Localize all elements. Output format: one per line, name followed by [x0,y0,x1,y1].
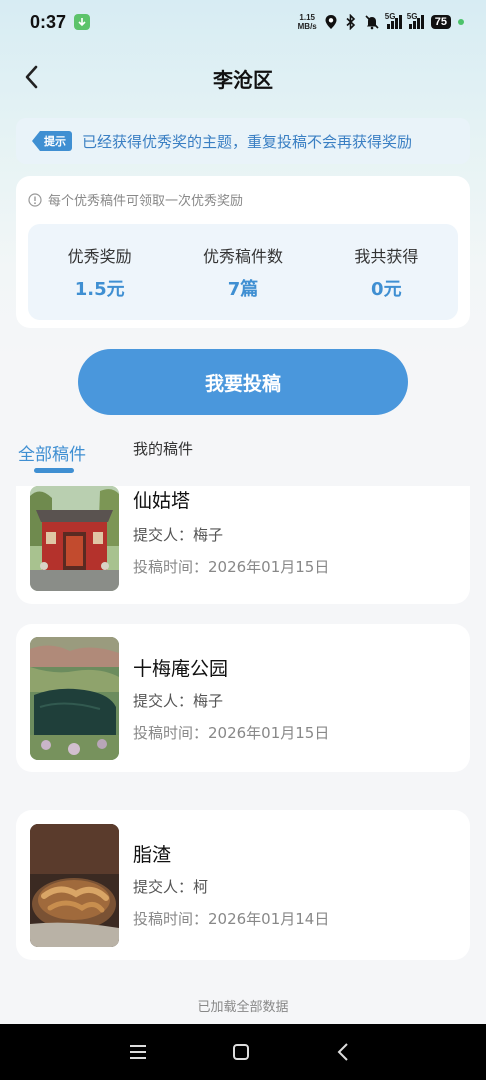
item-submitter: 提交人：梅子 [133,692,224,710]
fried-pork-photo [30,824,119,947]
status-icons: 1.15 MB/s 5G 5G 75 [297,12,464,31]
back-icon[interactable] [332,1040,356,1064]
stat-label: 优秀奖励 [67,247,132,266]
reward-card: 每个优秀稿件可领取一次优秀奖励 优秀奖励 1.5元 优秀稿件数 7篇 我共获得 … [16,176,470,328]
stat-excellent-reward: 优秀奖励 1.5元 [28,224,171,320]
item-title: 脂渣 [133,844,172,866]
submit-button[interactable]: 我要投稿 [78,349,408,415]
bluetooth-icon [346,14,355,30]
item-title: 十梅庵公园 [133,658,229,680]
item-time: 投稿时间：2026年01月15日 [133,558,330,576]
stat-label: 优秀稿件数 [202,247,283,266]
item-time: 投稿时间：2026年01月15日 [133,724,330,742]
tab-bar: 全部稿件 我的稿件 [0,432,486,476]
tab-my-submissions[interactable]: 我的稿件 [133,438,193,459]
page-title: 李沧区 [213,68,273,92]
signal-2-icon: 5G [407,12,424,29]
status-bar: 0:37 1.15 MB/s 5G 5G 75 [0,0,486,44]
stat-total-earned: 我共获得 0元 [315,224,458,320]
charging-dot [458,19,464,25]
submission-list[interactable]: 仙姑塔 提交人：梅子 投稿时间：2026年01月15日 十梅庵公园 提交人：梅子… [0,486,486,1024]
reward-note: 每个优秀稿件可领取一次优秀奖励 [28,190,243,209]
lake-park-photo [30,637,119,760]
battery-icon: 75 [430,15,451,29]
item-submitter: 提交人：柯 [133,878,209,896]
stat-value: 1.5元 [74,279,125,300]
nav-bar: 李沧区 [0,52,486,102]
network-speed: 1.15 MB/s [297,13,317,31]
stats-box: 优秀奖励 1.5元 优秀稿件数 7篇 我共获得 0元 [28,224,458,320]
status-time: 0:37 [30,11,67,32]
reward-note-text: 每个优秀稿件可领取一次优秀奖励 [48,194,244,209]
tip-banner: 提示 已经获得优秀奖的主题，重复投稿不会再获得奖励 [16,118,470,164]
item-submitter: 提交人：梅子 [133,526,224,544]
mute-bell-icon [365,15,379,30]
menu-icon[interactable] [126,1040,150,1064]
load-complete-text: 已加载全部数据 [197,1000,289,1015]
active-tab-indicator [34,468,74,473]
signal-1-icon: 5G [385,12,402,29]
location-icon [325,15,337,29]
tip-text: 已经获得优秀奖的主题，重复投稿不会再获得奖励 [82,132,413,151]
list-item[interactable]: 仙姑塔 提交人：梅子 投稿时间：2026年01月15日 [16,486,470,604]
tab-all-submissions[interactable]: 全部稿件 [18,440,86,465]
home-icon[interactable] [229,1040,253,1064]
stat-value: 7篇 [227,279,259,300]
download-icon [74,14,91,30]
info-icon [28,192,42,207]
list-item[interactable]: 脂渣 提交人：柯 投稿时间：2026年01月14日 [16,810,470,960]
tip-tag: 提示 [32,131,72,151]
stat-value: 0元 [371,279,402,300]
temple-gate-photo [30,486,119,591]
system-nav-bar [0,1024,486,1080]
item-time: 投稿时间：2026年01月14日 [133,910,330,928]
item-title: 仙姑塔 [133,490,191,512]
list-item[interactable]: 十梅庵公园 提交人：梅子 投稿时间：2026年01月15日 [16,624,470,772]
stat-excellent-count: 优秀稿件数 7篇 [171,224,314,320]
stat-label: 我共获得 [354,247,419,266]
